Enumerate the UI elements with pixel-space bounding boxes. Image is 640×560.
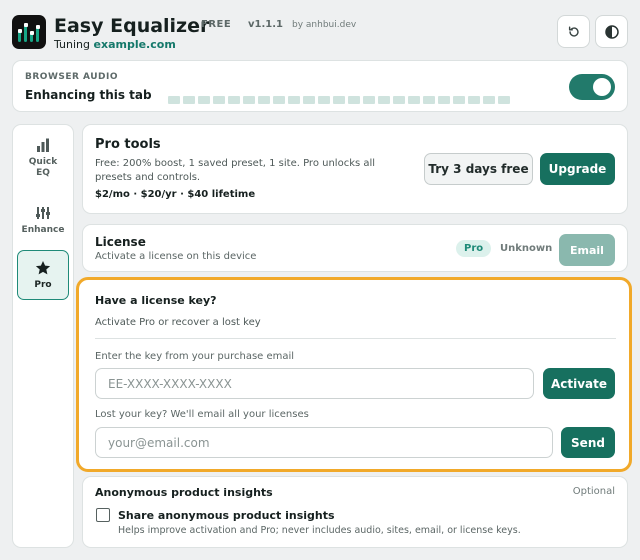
nav-item-label: Enhance <box>21 225 65 235</box>
pro-tools-title: Pro tools <box>95 137 161 152</box>
lost-key-label: Lost your key? We'll email all your lice… <box>95 409 309 420</box>
send-button[interactable]: Send <box>561 427 615 458</box>
theme-toggle-button[interactable] <box>595 15 628 48</box>
sliders-icon <box>36 207 50 219</box>
meter-segment <box>213 96 225 104</box>
meter-segment <box>498 96 510 104</box>
audio-enable-toggle[interactable] <box>569 74 615 100</box>
meter-segment <box>333 96 345 104</box>
meter-segment <box>348 96 360 104</box>
reset-icon <box>568 25 579 37</box>
meter-segment <box>243 96 255 104</box>
license-tier-badge: Pro <box>456 240 492 257</box>
author-label: by anhbui.dev <box>292 20 357 30</box>
app-logo <box>12 15 46 49</box>
meter-segment <box>318 96 330 104</box>
meter-segment <box>258 96 270 104</box>
meter-segment <box>168 96 180 104</box>
nav-item-label: Quick EQ <box>28 157 58 178</box>
license-subtitle: Activate a license on this device <box>95 251 257 262</box>
insights-title: Anonymous product insights <box>95 486 273 499</box>
free-trial-button[interactable]: Try 3 days free <box>424 153 533 185</box>
reset-button[interactable] <box>557 15 590 48</box>
tuning-prefix: Tuning <box>54 38 91 51</box>
contrast-icon <box>604 24 619 39</box>
insights-help-text: Helps improve activation and Pro; never … <box>118 525 521 536</box>
toggle-thumb <box>593 78 611 96</box>
license-status: Unknown <box>500 243 553 254</box>
license-key-title: Have a license key? <box>95 294 217 307</box>
meter-segment <box>468 96 480 104</box>
app-title: Easy Equalizer <box>54 15 210 37</box>
meter-segment <box>303 96 315 104</box>
pro-pricing: $2/mo · $20/yr · $40 lifetime <box>95 189 256 200</box>
meter-segment <box>288 96 300 104</box>
insights-optional-label: Optional <box>572 486 615 497</box>
meter-segment <box>273 96 285 104</box>
version-label: v1.1.1 <box>248 19 283 30</box>
activate-button[interactable]: Activate <box>543 368 615 399</box>
meter-segment <box>378 96 390 104</box>
nav-item-pro[interactable]: Pro <box>17 250 69 300</box>
pro-tools-card: Pro tools Free: 200% boost, 1 saved pres… <box>82 124 628 214</box>
meter-segment <box>438 96 450 104</box>
meter-segment <box>183 96 195 104</box>
nav-item-quick-eq[interactable]: Quick EQ <box>17 137 69 195</box>
license-card: License Activate a license on this devic… <box>82 224 628 272</box>
divider <box>95 338 616 339</box>
app-header: Easy Equalizer FREE v1.1.1 by anhbui.dev… <box>12 14 628 54</box>
recovery-email-input[interactable] <box>95 427 553 458</box>
meter-segment <box>483 96 495 104</box>
meter-segment <box>423 96 435 104</box>
tuning-host: example.com <box>93 38 176 51</box>
license-key-card: Have a license key? Activate Pro or reco… <box>76 277 632 472</box>
insights-checkbox[interactable] <box>96 508 110 522</box>
bar-chart-icon <box>37 138 49 152</box>
nav-item-enhance[interactable]: Enhance <box>17 205 69 245</box>
plan-badge: FREE <box>201 19 232 30</box>
tuning-site: Tuning example.com <box>54 38 176 51</box>
upgrade-button[interactable]: Upgrade <box>540 153 615 185</box>
audio-level-meter <box>168 96 510 105</box>
audio-status: Enhancing this tab <box>25 88 152 102</box>
license-key-subtitle: Activate Pro or recover a lost key <box>95 317 261 328</box>
star-icon <box>35 261 51 275</box>
nav-item-label: Pro <box>34 280 52 290</box>
insights-card: Anonymous product insights Optional Shar… <box>82 476 628 548</box>
license-key-input[interactable] <box>95 368 534 399</box>
meter-segment <box>363 96 375 104</box>
license-email-button[interactable]: Email <box>559 234 615 266</box>
meter-segment <box>228 96 240 104</box>
meter-segment <box>198 96 210 104</box>
meter-segment <box>453 96 465 104</box>
license-title: License <box>95 235 146 249</box>
license-key-label: Enter the key from your purchase email <box>95 351 295 362</box>
meter-segment <box>393 96 405 104</box>
insights-checkbox-label[interactable]: Share anonymous product insights <box>118 509 335 522</box>
side-nav: Quick EQ Enhance Pro <box>12 124 74 548</box>
meter-segment <box>408 96 420 104</box>
audio-kicker: BROWSER AUDIO <box>25 72 119 82</box>
pro-tools-description: Free: 200% boost, 1 saved preset, 1 site… <box>95 158 376 183</box>
browser-audio-card: BROWSER AUDIO Enhancing this tab <box>12 60 628 112</box>
